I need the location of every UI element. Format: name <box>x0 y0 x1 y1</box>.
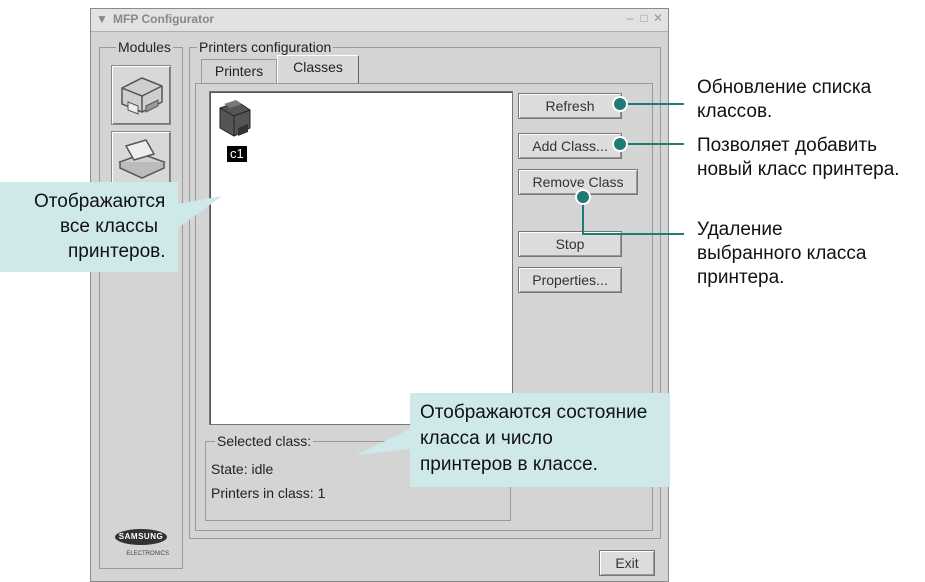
left-callout-line-2: все классы <box>60 216 159 237</box>
tab-classes-label: Classes <box>293 59 343 75</box>
refresh-annotation-line-1: Обновление списка <box>697 77 872 98</box>
modules-label: Modules <box>116 39 173 55</box>
maximize-icon[interactable]: □ <box>637 11 651 25</box>
bottom-callout-line-2: класса и число <box>420 428 553 449</box>
printer-icon <box>121 77 163 115</box>
samsung-brand-text: SAMSUNG <box>118 532 164 541</box>
tab-printers[interactable]: Printers <box>201 59 277 83</box>
refresh-button[interactable]: Refresh <box>518 93 622 119</box>
bottom-callout-line-3: принтеров в классе. <box>420 454 598 475</box>
remove-class-annotation-line-3: принтера. <box>697 267 785 288</box>
printers-configuration-label: Printers configuration <box>197 39 334 55</box>
printers-in-class-text: Printers in class: 1 <box>211 485 326 501</box>
title-bar: ▼ MFP Configurator – □ ✕ <box>91 9 668 32</box>
exit-button[interactable]: Exit <box>599 550 655 576</box>
tab-printers-label: Printers <box>214 63 264 79</box>
window-title: MFP Configurator <box>113 12 215 26</box>
class-state-text: State: idle <box>211 461 274 477</box>
refresh-leader-line <box>622 103 684 105</box>
class-list-item[interactable]: c1 <box>214 98 262 168</box>
bottom-callout: Отображаются состояние класса и число пр… <box>356 393 670 487</box>
refresh-leader-dot <box>612 96 628 112</box>
remove-class-annotation-line-2: выбранного класса <box>697 243 867 264</box>
mfp-configurator-window: ▼ MFP Configurator – □ ✕ Modules SAMSUNG… <box>90 8 669 582</box>
close-icon[interactable]: ✕ <box>651 11 665 25</box>
add-class-leader-dot <box>612 136 628 152</box>
printer-module-button[interactable] <box>111 65 171 125</box>
left-callout-line-1: Отображаются <box>34 191 166 212</box>
add-class-annotation-line-1: Позволяет добавить <box>697 135 878 156</box>
printer-class-icon <box>219 100 251 137</box>
properties-button[interactable]: Properties... <box>518 267 622 293</box>
left-callout-line-3: принтеров. <box>68 241 166 262</box>
samsung-logo: SAMSUNG ELECTRONICS <box>115 529 169 565</box>
add-class-leader-line <box>622 143 684 145</box>
remove-class-annotation-line-1: Удаление <box>697 219 783 240</box>
left-callout: Отображаются все классы принтеров. <box>0 182 222 272</box>
tab-classes[interactable]: Classes <box>277 55 359 83</box>
remove-class-leader-dot <box>575 189 591 205</box>
add-class-button[interactable]: Add Class... <box>518 133 622 159</box>
samsung-sub-text: ELECTRONICS <box>126 551 169 557</box>
bottom-callout-line-1: Отображаются состояние <box>420 402 648 423</box>
samsung-logo-oval: SAMSUNG <box>115 529 167 545</box>
minimize-icon[interactable]: – <box>623 11 637 25</box>
window-menu-icon[interactable]: ▼ <box>96 12 108 26</box>
class-item-label: c1 <box>227 146 247 162</box>
remove-class-leader-hline <box>582 233 684 235</box>
add-class-annotation-line-2: новый класс принтера. <box>697 159 900 180</box>
selected-class-label: Selected class: <box>215 433 314 449</box>
refresh-annotation-line-2: классов. <box>697 101 773 122</box>
